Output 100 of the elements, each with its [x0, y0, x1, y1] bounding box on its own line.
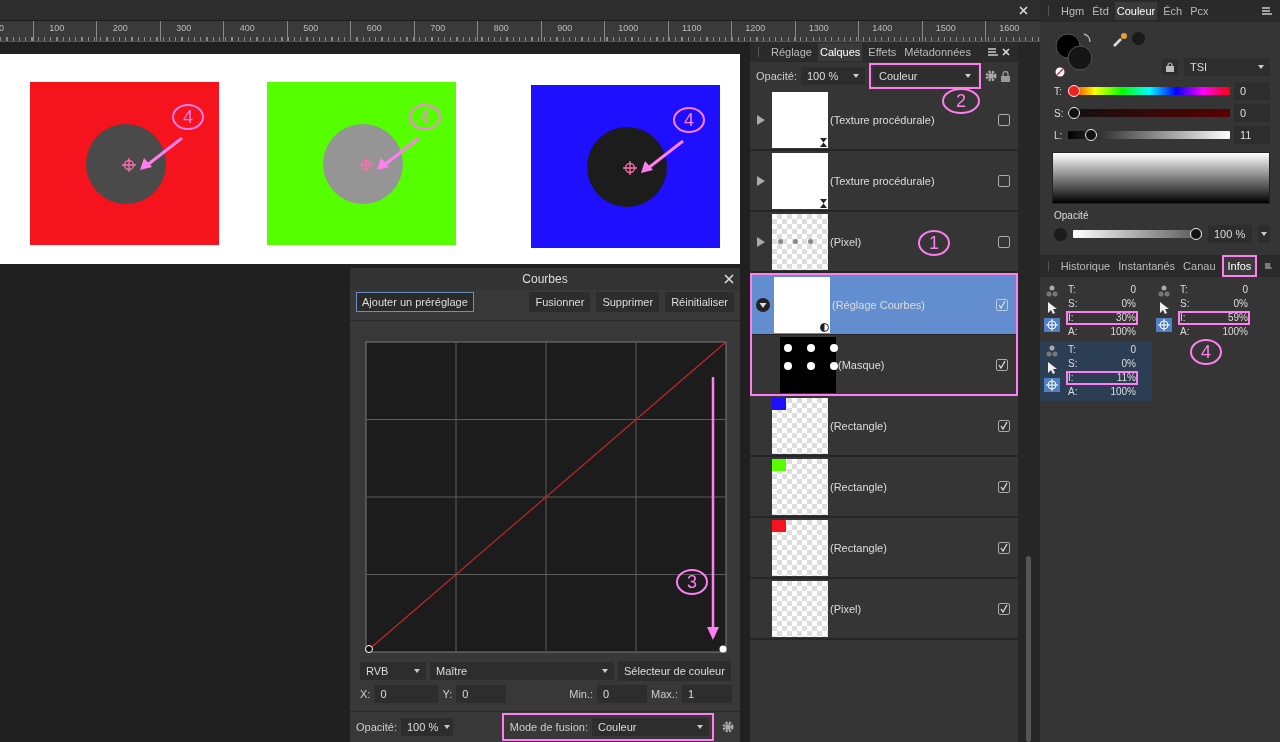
- readout-label: T:: [1180, 285, 1189, 295]
- dialog-button[interactable]: Fusionner: [529, 292, 591, 312]
- layer-row[interactable]: (Pixel) 1: [750, 212, 1018, 272]
- color-picker-button[interactable]: Sélecteur de couleur: [618, 661, 731, 681]
- panel-tab[interactable]: Hgm: [1059, 2, 1087, 20]
- dropdown-button[interactable]: [1258, 225, 1270, 243]
- expand-icon[interactable]: [757, 114, 765, 125]
- scrollbar[interactable]: [1026, 556, 1031, 742]
- panel-tab[interactable]: Infos: [1223, 257, 1256, 275]
- panel-tab[interactable]: Effets: [866, 43, 899, 61]
- crosshair-icon[interactable]: [1044, 318, 1060, 332]
- color-slider[interactable]: [1068, 129, 1230, 141]
- layer-name: (Réglage Courbes): [832, 298, 925, 311]
- visibility-checkbox[interactable]: [998, 419, 1010, 432]
- rectangle-thumbnail: [772, 519, 828, 576]
- field-label: X:: [360, 688, 371, 700]
- visibility-checkbox[interactable]: [998, 602, 1010, 615]
- panel-tab[interactable]: Instantanés: [1116, 257, 1178, 275]
- opacity-field[interactable]: 100 %: [1208, 225, 1252, 243]
- curve-graph[interactable]: [365, 341, 727, 653]
- dialog-button[interactable]: Supprimer: [596, 292, 660, 312]
- mode-dropdown[interactable]: Maître: [430, 662, 614, 680]
- visibility-checkbox[interactable]: [998, 541, 1010, 554]
- opacity-dropdown[interactable]: 100 %: [800, 67, 865, 85]
- close-icon[interactable]: [1002, 48, 1010, 56]
- color-dot[interactable]: [1132, 32, 1145, 45]
- visibility-checkbox[interactable]: [998, 235, 1010, 248]
- opacity-slider[interactable]: [1073, 228, 1202, 240]
- slider-thumb[interactable]: [1084, 129, 1097, 141]
- panel-tab[interactable]: Calques: [818, 43, 863, 61]
- readout-card[interactable]: T: 0 S: 0% I: 11% A: 100%: [1040, 341, 1152, 401]
- panel-tab[interactable]: Historique: [1058, 257, 1113, 275]
- color-slider[interactable]: [1068, 107, 1230, 119]
- close-icon[interactable]: [724, 274, 734, 284]
- lock-icon[interactable]: [1000, 70, 1010, 82]
- channel-dropdown[interactable]: RVB: [360, 662, 426, 680]
- blend-mode-dropdown[interactable]: Couleur: [592, 718, 709, 736]
- readout-label: I:: [1180, 313, 1187, 323]
- ruler-label: 300: [175, 23, 193, 33]
- ruler-label: 1600: [998, 23, 1021, 33]
- slider-thumb[interactable]: [1068, 85, 1080, 97]
- panel-tab[interactable]: Métadonnées: [902, 43, 973, 61]
- panel-tab[interactable]: Étd: [1090, 2, 1111, 20]
- input-field[interactable]: 0: [456, 685, 507, 703]
- dialog-button[interactable]: Réinitialiser: [665, 292, 734, 312]
- ruler-label: 600: [365, 23, 383, 33]
- opacity-dropdown[interactable]: 100 %: [400, 718, 453, 736]
- menu-icon[interactable]: [988, 48, 998, 56]
- visibility-checkbox[interactable]: [996, 358, 1008, 371]
- layer-row[interactable]: (Rectangle): [750, 457, 1018, 517]
- layer-row[interactable]: (Pixel): [750, 579, 1018, 639]
- expand-icon[interactable]: [757, 236, 765, 247]
- gear-icon[interactable]: [984, 70, 997, 82]
- visibility-checkbox[interactable]: [998, 113, 1010, 126]
- eyedropper-icon[interactable]: [1112, 32, 1128, 48]
- menu-icon[interactable]: [1262, 7, 1272, 15]
- ruler-label: 200: [111, 23, 129, 33]
- visibility-checkbox[interactable]: [998, 480, 1010, 493]
- layer-row[interactable]: (Masque): [752, 335, 1016, 394]
- input-field[interactable]: 0: [597, 685, 648, 703]
- slider-thumb[interactable]: [1190, 228, 1202, 240]
- crosshair-icon[interactable]: [1044, 378, 1060, 392]
- readout-value: 11%: [1115, 373, 1136, 383]
- panel-tab[interactable]: Éch: [1161, 2, 1185, 20]
- gradient-preview[interactable]: [1052, 152, 1270, 204]
- value-field[interactable]: 0: [1234, 104, 1270, 122]
- ruler-label: 1300: [807, 23, 830, 33]
- lock-button[interactable]: [1162, 59, 1178, 75]
- blend-mode-dropdown[interactable]: Couleur: [872, 67, 977, 85]
- gear-icon[interactable]: [722, 721, 734, 733]
- readout-value: 100%: [1109, 387, 1136, 397]
- visibility-checkbox[interactable]: [996, 298, 1008, 311]
- color-model-dropdown[interactable]: TSI: [1184, 58, 1270, 76]
- input-field[interactable]: 0: [374, 685, 439, 703]
- layer-row[interactable]: (Rectangle): [750, 518, 1018, 578]
- layer-row[interactable]: (Texture procédurale): [750, 151, 1018, 211]
- layer-name: (Pixel): [830, 602, 862, 615]
- crosshair-icon[interactable]: [1156, 318, 1172, 332]
- color-slider[interactable]: [1068, 85, 1230, 97]
- readout-value: 0: [1129, 285, 1136, 295]
- panel-tab[interactable]: Pcx: [1188, 2, 1211, 20]
- add-preset-button[interactable]: Ajouter un préréglage: [356, 292, 474, 312]
- callout-arrow: [138, 136, 184, 172]
- panel-tab[interactable]: Canau: [1181, 257, 1218, 275]
- layer-row[interactable]: (Rectangle): [750, 396, 1018, 456]
- readout-value: 0%: [1120, 299, 1136, 309]
- slider-thumb[interactable]: [1068, 107, 1080, 119]
- pointer-icon: [1159, 301, 1169, 314]
- value-field[interactable]: 0: [1234, 82, 1270, 100]
- value-field[interactable]: 11: [1234, 126, 1270, 144]
- expand-icon[interactable]: [757, 175, 765, 186]
- input-field[interactable]: 1: [682, 685, 732, 703]
- panel-tab[interactable]: Couleur: [1114, 2, 1158, 20]
- close-icon[interactable]: [1019, 5, 1028, 15]
- collapse-icon[interactable]: [756, 297, 770, 312]
- menu-icon[interactable]: [1265, 262, 1272, 270]
- layer-name: (Texture procédurale): [830, 113, 935, 126]
- slider-label: L:: [1054, 129, 1064, 141]
- visibility-checkbox[interactable]: [998, 174, 1010, 187]
- panel-tab[interactable]: Réglage: [769, 43, 814, 61]
